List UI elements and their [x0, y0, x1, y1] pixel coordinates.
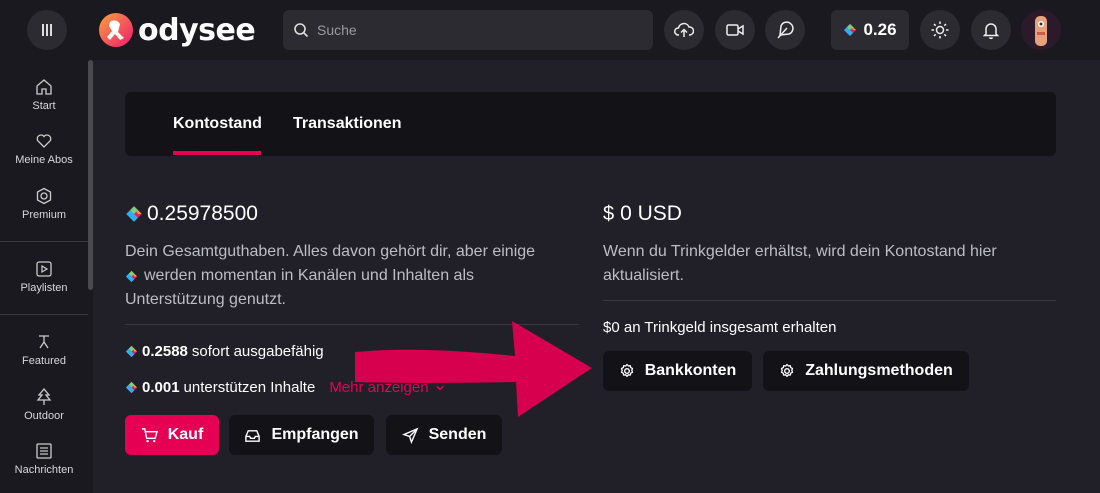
credits-total-value: 0.25978500 — [147, 202, 258, 225]
gear-icon — [619, 363, 635, 379]
usd-description-line: Wenn du Trinkgelder erhältst, wird dein … — [603, 243, 997, 260]
inbox-icon — [244, 427, 261, 444]
credits-icon — [843, 23, 857, 37]
gear-icon — [779, 363, 795, 379]
send-icon — [401, 427, 419, 444]
receive-button[interactable]: Empfangen — [229, 415, 374, 455]
buy-button-label: Kauf — [167, 426, 204, 443]
menu-icon — [40, 23, 54, 37]
cloud-upload-icon — [674, 20, 694, 40]
tips-total-text: $0 an Trinkgeld insgesamt erhalten — [603, 319, 837, 336]
search-input[interactable] — [317, 22, 617, 38]
usd-description: Wenn du Trinkgelder erhältst, wird dein … — [603, 240, 1056, 288]
credits-description-line: Unterstützung genutzt. — [125, 291, 286, 308]
bank-accounts-label: Bankkonten — [644, 362, 737, 379]
sidebar-divider — [0, 314, 88, 315]
usd-total: $ 0 USD — [603, 200, 1056, 228]
search-bar[interactable] — [283, 10, 653, 50]
credits-icon — [125, 345, 138, 358]
sidebar-item-premium[interactable]: Premium — [0, 179, 88, 229]
avatar[interactable] — [1021, 10, 1061, 50]
credits-description-text: werden momentan in Kanälen und Inhalten … — [144, 267, 474, 284]
odysee-logo[interactable]: odysee — [98, 11, 256, 49]
sidebar-item-label: Playlisten — [20, 282, 68, 294]
theme-toggle-button[interactable] — [920, 10, 960, 50]
annotation-arrow — [355, 321, 592, 417]
feather-icon — [775, 20, 795, 40]
receive-button-label: Empfangen — [271, 426, 359, 443]
news-icon — [35, 442, 53, 460]
bell-icon — [981, 20, 1001, 40]
available-label: sofort ausgabefähig — [191, 343, 324, 360]
sidebar: Start Meine Abos Premium Playlisten Feat… — [0, 60, 93, 493]
notifications-button[interactable] — [971, 10, 1011, 50]
odysee-mascot-icon — [98, 12, 134, 48]
home-icon — [35, 78, 53, 96]
wallet-balance-button[interactable]: 0.26 — [831, 10, 909, 50]
sidebar-item-playlisten[interactable]: Playlisten — [0, 252, 88, 302]
payment-methods-label: Zahlungsmethoden — [805, 362, 953, 379]
sidebar-item-start[interactable]: Start — [0, 70, 88, 120]
video-camera-icon — [725, 20, 745, 40]
tab-transaktionen[interactable]: Transaktionen — [293, 92, 401, 156]
search-icon — [293, 22, 309, 38]
divider — [603, 300, 1056, 301]
payment-methods-button[interactable]: Zahlungsmethoden — [763, 351, 969, 391]
logo-text: odysee — [138, 12, 256, 48]
heart-icon — [35, 132, 53, 150]
sidebar-item-meine-abos[interactable]: Meine Abos — [0, 124, 88, 174]
sidebar-item-label: Nachrichten — [14, 464, 74, 476]
sidebar-item-label: Featured — [21, 355, 67, 367]
sidebar-item-label: Start — [32, 100, 56, 112]
send-button-label: Senden — [428, 426, 487, 443]
publish-post-button[interactable] — [765, 10, 805, 50]
sidebar-item-outdoor[interactable]: Outdoor — [0, 380, 88, 430]
send-button[interactable]: Senden — [386, 415, 502, 455]
sidebar-item-featured[interactable]: Featured — [0, 325, 88, 375]
balance-value: 0.26 — [863, 20, 897, 39]
available-amount: 0.2588 — [142, 343, 188, 360]
top-bar: odysee 0.26 — [0, 0, 1100, 60]
usd-total-value: 0 USD — [620, 202, 682, 225]
sidebar-item-nachrichten[interactable]: Nachrichten — [0, 434, 88, 484]
credits-description-line: Dein Gesamtguthaben. Alles davon gehört … — [125, 243, 536, 260]
usd-description-line: aktualisiert. — [603, 267, 684, 284]
credits-description-line: werden momentan in Kanälen und Inhalten … — [125, 264, 579, 288]
sidebar-item-label: Meine Abos — [15, 154, 73, 166]
supporting-label: unterstützen Inhalte — [183, 379, 316, 396]
playlist-icon — [35, 260, 53, 278]
credits-icon — [125, 381, 138, 394]
wallet-tabs: Kontostand Transaktionen — [125, 92, 1056, 156]
credits-icon — [125, 205, 143, 223]
bank-accounts-button[interactable]: Bankkonten — [603, 351, 752, 391]
cart-icon — [141, 427, 158, 444]
upload-button[interactable] — [664, 10, 704, 50]
sun-icon — [930, 20, 950, 40]
sidebar-divider — [0, 241, 88, 242]
premium-icon — [35, 187, 53, 205]
usd-balance-panel: $ 0 USD Wenn du Trinkgelder erhältst, wi… — [603, 200, 1056, 336]
supporting-amount: 0.001 — [142, 379, 180, 396]
sidebar-item-label: Premium — [21, 209, 66, 221]
dollar-icon: $ — [603, 202, 615, 225]
credits-icon — [125, 270, 138, 283]
go-live-button[interactable] — [715, 10, 755, 50]
tab-kontostand[interactable]: Kontostand — [173, 92, 262, 156]
active-tab-indicator — [173, 151, 261, 155]
credits-description: Dein Gesamtguthaben. Alles davon gehört … — [125, 240, 579, 312]
credits-total: 0.25978500 — [125, 200, 579, 228]
sidebar-scrollbar[interactable] — [88, 60, 93, 290]
menu-button[interactable] — [27, 10, 67, 50]
featured-icon — [35, 333, 53, 351]
sidebar-item-label: Outdoor — [24, 410, 64, 422]
buy-button[interactable]: Kauf — [125, 415, 219, 455]
tree-icon — [35, 388, 53, 406]
